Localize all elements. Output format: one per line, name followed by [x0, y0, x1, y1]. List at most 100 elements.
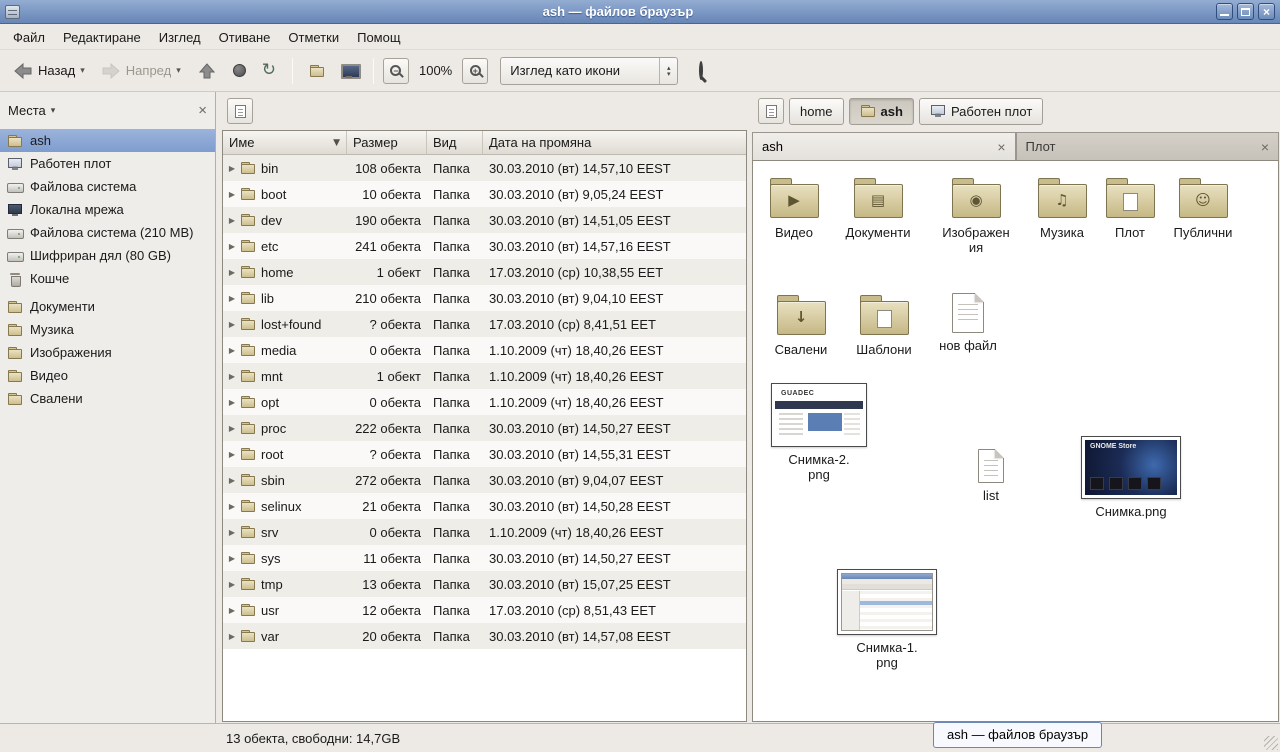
- expander-icon[interactable]: [225, 398, 239, 407]
- file-row[interactable]: sbin 272 обекта Папка 30.03.2010 (вт) 9,…: [223, 467, 746, 493]
- sidebar-item[interactable]: Изображения: [0, 341, 215, 364]
- expander-icon[interactable]: [225, 502, 239, 511]
- back-button[interactable]: Назад: [6, 58, 92, 84]
- icon-videos[interactable]: Видео: [754, 176, 834, 240]
- computer-button[interactable]: [334, 59, 364, 83]
- file-row[interactable]: srv 0 обекта Папка 1.10.2009 (чт) 18,40,…: [223, 519, 746, 545]
- stop-button[interactable]: [226, 60, 253, 81]
- zoom-in-button[interactable]: +: [462, 58, 488, 84]
- file-row[interactable]: home 1 обект Папка 17.03.2010 (ср) 10,38…: [223, 259, 746, 285]
- search-button[interactable]: [694, 58, 708, 83]
- expander-icon[interactable]: [225, 424, 239, 433]
- icon-snimka[interactable]: GNOME Store Снимка.png: [1076, 436, 1186, 519]
- expander-icon[interactable]: [225, 190, 239, 199]
- breadcrumb-home[interactable]: home: [789, 98, 844, 125]
- file-row[interactable]: proc 222 обекта Папка 30.03.2010 (вт) 14…: [223, 415, 746, 441]
- combo-stepper-icon[interactable]: [659, 58, 677, 84]
- sidebar-item[interactable]: Шифриран дял (80 GB): [0, 244, 215, 267]
- menu-edit[interactable]: Редактиране: [54, 27, 150, 48]
- close-button[interactable]: [1258, 3, 1275, 20]
- pane-location-button[interactable]: [227, 98, 253, 124]
- tab-plot[interactable]: Плот: [1016, 132, 1280, 160]
- sidebar-item[interactable]: Локална мрежа: [0, 198, 215, 221]
- expander-icon[interactable]: [225, 554, 239, 563]
- sidebar-title-select[interactable]: Места: [8, 103, 55, 118]
- icon-public[interactable]: Публични: [1163, 176, 1243, 240]
- tab-close-icon[interactable]: [997, 140, 1005, 154]
- sidebar-item[interactable]: Файлова система (210 MB): [0, 221, 215, 244]
- icon-view[interactable]: Видео Документи Изображен ия Музика Плот…: [752, 160, 1279, 722]
- expander-icon[interactable]: [225, 476, 239, 485]
- reload-button[interactable]: [255, 58, 283, 83]
- sidebar-item[interactable]: Документи: [0, 295, 215, 318]
- file-row[interactable]: dev 190 обекта Папка 30.03.2010 (вт) 14,…: [223, 207, 746, 233]
- sidebar-item[interactable]: Работен плот: [0, 152, 215, 175]
- expander-icon[interactable]: [225, 632, 239, 641]
- maximize-button[interactable]: [1237, 3, 1254, 20]
- back-dropdown-icon[interactable]: [80, 66, 85, 76]
- icon-snimka-2[interactable]: GUADEC Снимка-2. png: [769, 383, 869, 482]
- forward-button[interactable]: Напред: [94, 58, 188, 84]
- menu-help[interactable]: Помощ: [348, 27, 409, 48]
- icon-templates[interactable]: Шаблони: [844, 293, 924, 357]
- expander-icon[interactable]: [225, 606, 239, 615]
- menu-view[interactable]: Изглед: [150, 27, 210, 48]
- file-row[interactable]: lib 210 обекта Папка 30.03.2010 (вт) 9,0…: [223, 285, 746, 311]
- zoom-out-button[interactable]: −: [383, 58, 409, 84]
- file-row[interactable]: tmp 13 обекта Папка 30.03.2010 (вт) 15,0…: [223, 571, 746, 597]
- file-row[interactable]: boot 10 обекта Папка 30.03.2010 (вт) 9,0…: [223, 181, 746, 207]
- menu-file[interactable]: Файл: [4, 27, 54, 48]
- icon-pictures[interactable]: Изображен ия: [936, 176, 1016, 255]
- sidebar-item[interactable]: Видео: [0, 364, 215, 387]
- expander-icon[interactable]: [225, 346, 239, 355]
- titlebar[interactable]: ash — файлов браузър: [0, 0, 1280, 24]
- tab-ash[interactable]: ash: [752, 132, 1016, 160]
- home-button[interactable]: [302, 59, 332, 83]
- expander-icon[interactable]: [225, 580, 239, 589]
- icon-new-file[interactable]: нов файл: [928, 293, 1008, 353]
- expander-icon[interactable]: [225, 242, 239, 251]
- column-header-date[interactable]: Дата на промяна: [483, 131, 746, 154]
- icon-documents[interactable]: Документи: [838, 176, 918, 240]
- file-row[interactable]: usr 12 обекта Папка 17.03.2010 (ср) 8,51…: [223, 597, 746, 623]
- pane-location-button-right[interactable]: [758, 98, 784, 124]
- expander-icon[interactable]: [225, 216, 239, 225]
- expander-icon[interactable]: [225, 450, 239, 459]
- breadcrumb-ash[interactable]: ash: [849, 98, 914, 125]
- expander-icon[interactable]: [225, 164, 239, 173]
- menu-bookmarks[interactable]: Отметки: [279, 27, 348, 48]
- up-button[interactable]: [190, 58, 224, 84]
- breadcrumb-desktop[interactable]: Работен плот: [919, 98, 1043, 125]
- view-mode-select[interactable]: Изглед като икони: [500, 57, 678, 85]
- icon-downloads[interactable]: Свалени: [761, 293, 841, 357]
- icon-desktop-folder[interactable]: Плот: [1090, 176, 1170, 240]
- menu-go[interactable]: Отиване: [210, 27, 280, 48]
- icon-list-file[interactable]: list: [951, 449, 1031, 503]
- sidebar-item[interactable]: Кошче: [0, 267, 215, 290]
- expander-icon[interactable]: [225, 320, 239, 329]
- resize-grip[interactable]: [1264, 736, 1278, 750]
- file-row[interactable]: root ? обекта Папка 30.03.2010 (вт) 14,5…: [223, 441, 746, 467]
- sidebar-item[interactable]: ash: [0, 129, 215, 152]
- expander-icon[interactable]: [225, 372, 239, 381]
- column-header-type[interactable]: Вид: [427, 131, 483, 154]
- file-row[interactable]: media 0 обекта Папка 1.10.2009 (чт) 18,4…: [223, 337, 746, 363]
- expander-icon[interactable]: [225, 528, 239, 537]
- file-row[interactable]: etc 241 обекта Папка 30.03.2010 (вт) 14,…: [223, 233, 746, 259]
- sidebar-item[interactable]: Файлова система: [0, 175, 215, 198]
- tab-close-icon[interactable]: [1261, 140, 1269, 154]
- file-row[interactable]: var 20 обекта Папка 30.03.2010 (вт) 14,5…: [223, 623, 746, 649]
- column-header-name[interactable]: Име: [223, 131, 347, 154]
- file-row[interactable]: sys 11 обекта Папка 30.03.2010 (вт) 14,5…: [223, 545, 746, 571]
- minimize-button[interactable]: [1216, 3, 1233, 20]
- icon-snimka-1[interactable]: Снимка-1. png: [832, 569, 942, 670]
- sidebar-close-icon[interactable]: [198, 103, 207, 118]
- file-row[interactable]: mnt 1 обект Папка 1.10.2009 (чт) 18,40,2…: [223, 363, 746, 389]
- file-row[interactable]: selinux 21 обекта Папка 30.03.2010 (вт) …: [223, 493, 746, 519]
- expander-icon[interactable]: [225, 294, 239, 303]
- sidebar-item[interactable]: Свалени: [0, 387, 215, 410]
- file-row[interactable]: opt 0 обекта Папка 1.10.2009 (чт) 18,40,…: [223, 389, 746, 415]
- expander-icon[interactable]: [225, 268, 239, 277]
- column-header-size[interactable]: Размер: [347, 131, 427, 154]
- file-row[interactable]: lost+found ? обекта Папка 17.03.2010 (ср…: [223, 311, 746, 337]
